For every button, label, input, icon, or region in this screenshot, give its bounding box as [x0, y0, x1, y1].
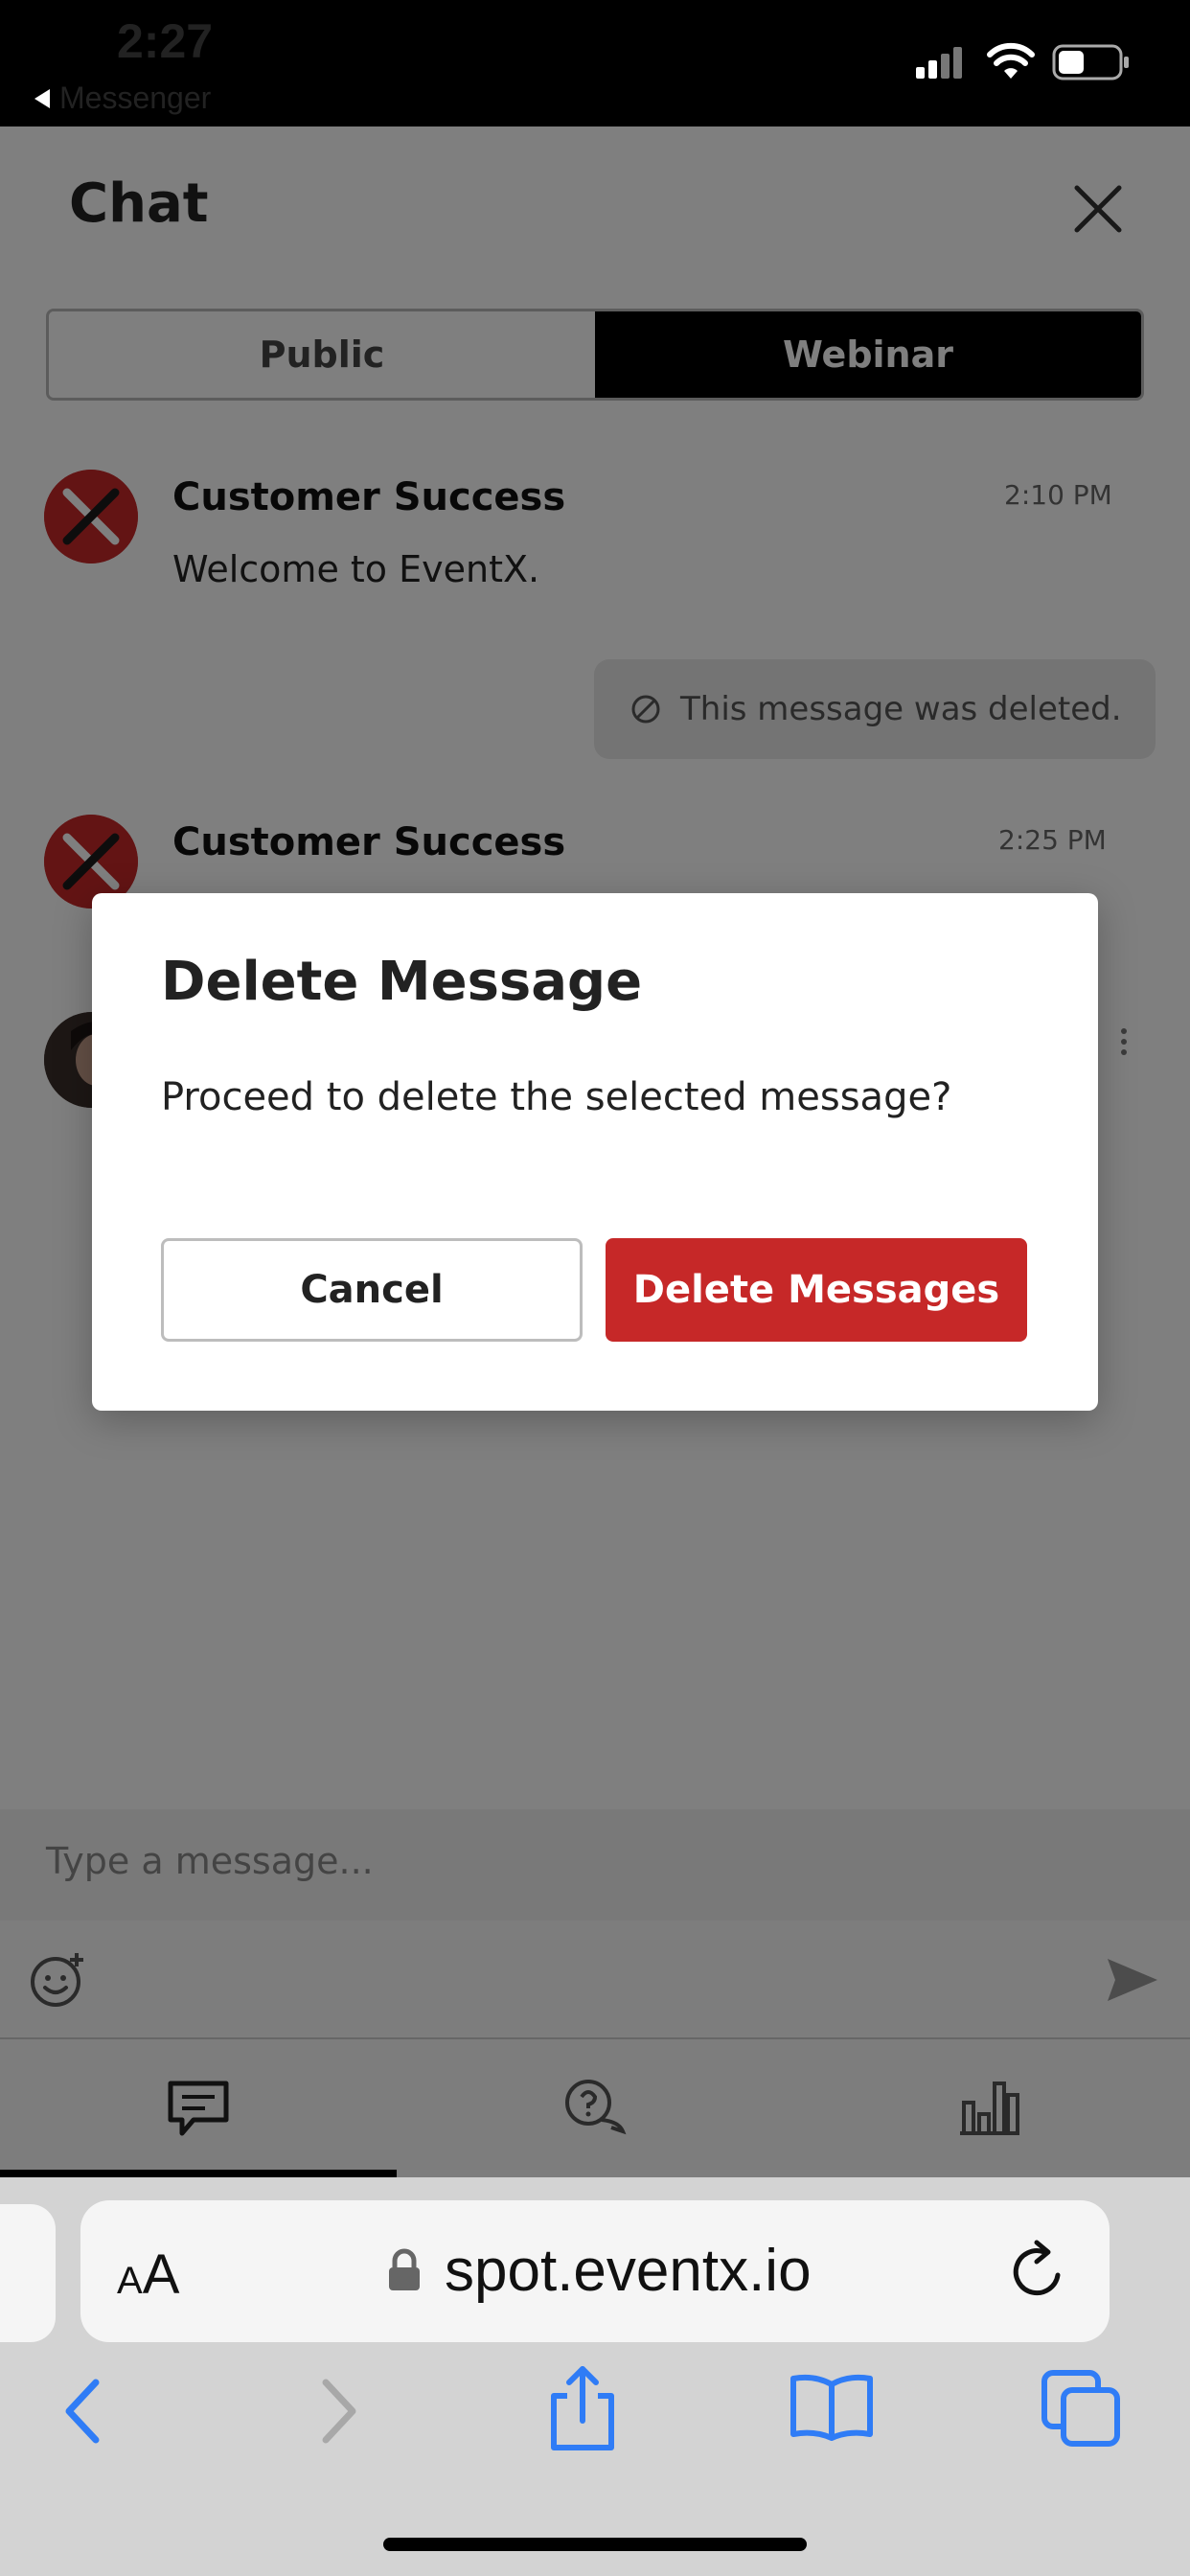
text-size-button[interactable]: AA — [117, 2242, 179, 2307]
dialog-title: Delete Message — [161, 951, 643, 1013]
bookmarks-icon[interactable] — [788, 2371, 876, 2442]
previous-tab-peek[interactable] — [0, 2204, 56, 2342]
back-arrow-icon[interactable] — [59, 2377, 105, 2446]
status-time: 2:27 — [117, 14, 214, 68]
wifi-icon — [987, 42, 1035, 79]
back-to-app-link[interactable]: Messenger — [34, 80, 211, 116]
dialog-body: Proceed to delete the selected message? — [161, 1075, 952, 1119]
cellular-signal-icon — [916, 47, 962, 79]
url-text: spot.eventx.io — [445, 2238, 812, 2304]
text-size-large-a: A — [142, 2243, 180, 2306]
delete-message-dialog: Delete Message Proceed to delete the sel… — [92, 893, 1098, 1411]
share-icon[interactable] — [544, 2363, 621, 2453]
text-size-small-a: A — [117, 2260, 143, 2302]
delete-messages-button[interactable]: Delete Messages — [606, 1238, 1027, 1342]
tabs-icon[interactable] — [1041, 2369, 1123, 2450]
lock-icon — [389, 2248, 420, 2290]
reload-icon[interactable] — [1008, 2239, 1069, 2302]
cancel-button[interactable]: Cancel — [161, 1238, 583, 1342]
home-indicator — [383, 2538, 807, 2551]
back-triangle-icon — [34, 88, 50, 108]
battery-icon — [1052, 44, 1129, 80]
back-app-label: Messenger — [59, 80, 212, 115]
forward-arrow-icon[interactable] — [316, 2377, 362, 2446]
